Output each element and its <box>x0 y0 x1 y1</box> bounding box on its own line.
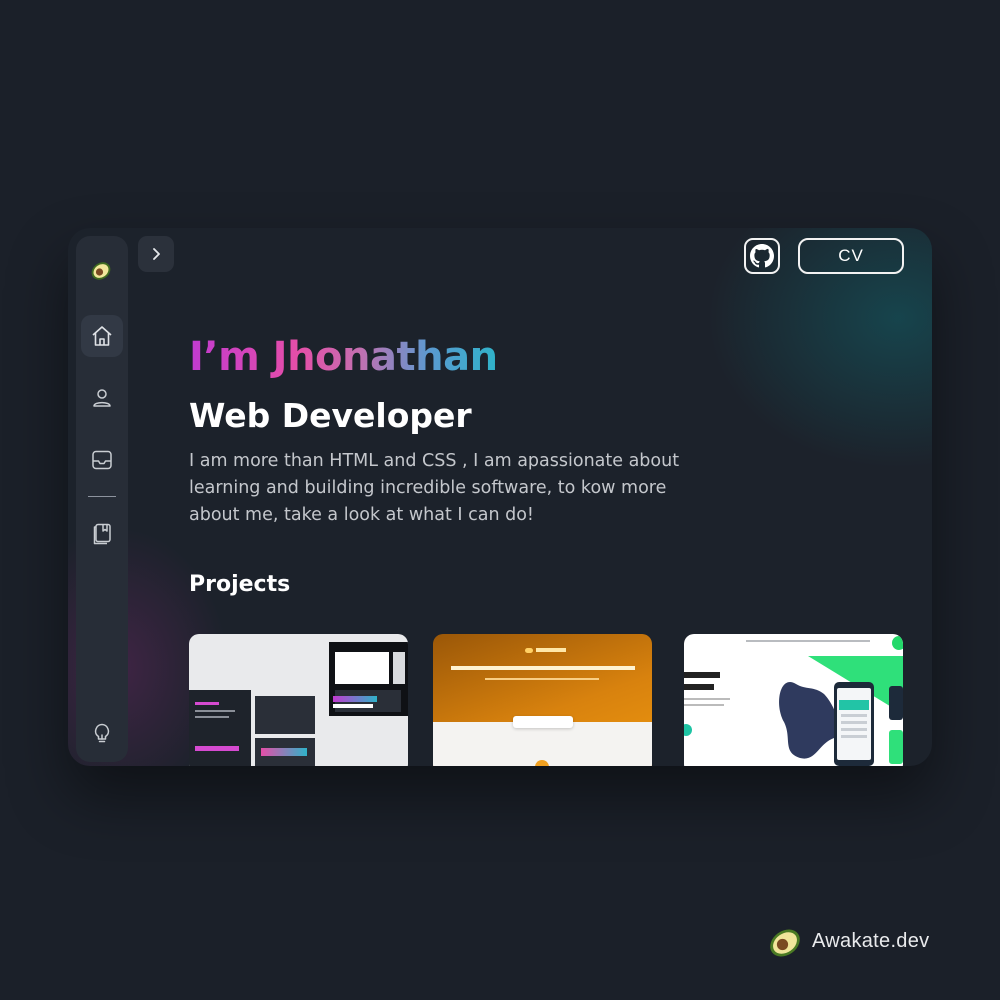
avocado-icon <box>770 929 800 957</box>
hero-greeting: I’m Jhonathan <box>189 334 498 380</box>
github-button[interactable] <box>744 238 780 274</box>
project-card-portfolio[interactable] <box>189 634 408 766</box>
card-thumb-3 <box>255 738 315 766</box>
projects-title: Projects <box>189 572 291 597</box>
user-icon <box>93 389 111 407</box>
github-icon <box>750 244 774 268</box>
avocado-icon[interactable] <box>81 248 123 290</box>
banking-illustration <box>779 656 903 766</box>
chevron-right-icon <box>153 248 160 260</box>
sidebar-item-projects[interactable] <box>81 513 123 555</box>
project-card-banking[interactable] <box>684 634 903 766</box>
hero-role: Web Developer <box>189 396 472 435</box>
sidebar-divider <box>88 496 116 497</box>
sidebar-toggle-button[interactable] <box>138 236 174 272</box>
book-icon <box>93 523 111 545</box>
project-card-crypto[interactable] <box>433 634 652 766</box>
card-thumb-2 <box>255 696 315 734</box>
sidebar-item-inbox[interactable] <box>81 439 123 481</box>
cv-button[interactable]: CV <box>798 238 904 274</box>
banana-icon <box>525 648 533 653</box>
portfolio-window: CV I’m Jhonathan Web Developer I am more… <box>68 228 932 766</box>
home-icon <box>92 326 112 346</box>
lightbulb-icon <box>94 723 110 743</box>
watermark: Awakate.dev <box>764 918 944 966</box>
hero-intro: I am more than HTML and CSS , I am apass… <box>189 451 680 525</box>
sidebar <box>76 236 128 762</box>
watermark-text: Awakate.dev <box>812 930 930 952</box>
inbox-icon <box>92 450 112 470</box>
card-plans-button <box>513 716 573 728</box>
card-thumb-1 <box>189 690 251 766</box>
sidebar-item-about[interactable] <box>81 377 123 419</box>
sidebar-item-home[interactable] <box>81 315 123 357</box>
lightbulb-button[interactable] <box>81 712 123 754</box>
